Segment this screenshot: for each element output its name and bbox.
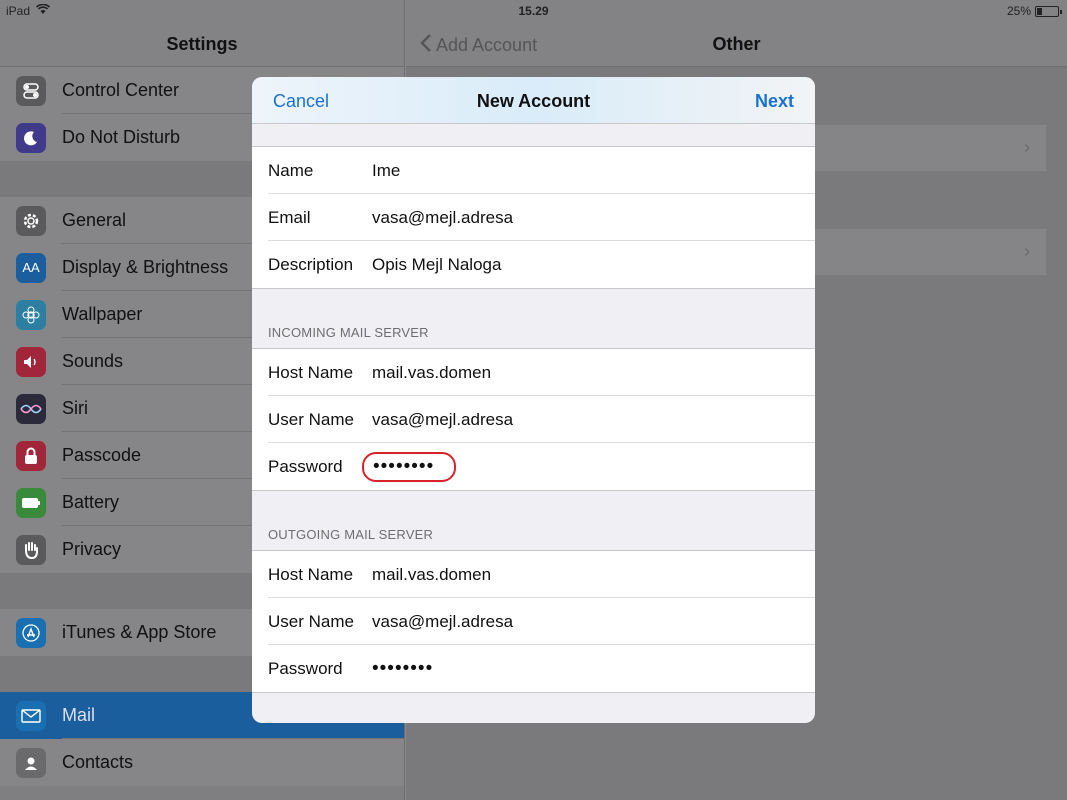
sidebar-item-contacts[interactable]: Contacts [0,739,404,786]
new-account-modal: Cancel New Account Next Name Ime Email vasa… [252,77,815,723]
outgoing-host-name-label: Host Name [268,564,354,584]
moon-icon [16,122,46,153]
outgoing-user-name-row: User Name vasa@mejl.adresa [252,598,815,645]
battery-icon [16,487,46,518]
control-center-icon [16,75,46,106]
outgoing-user-name-value: vasa@mejl.adresa [372,611,514,631]
incoming-host-name-field[interactable]: mail.vas.domen [372,363,815,383]
outgoing-password-value: •••••••• [372,657,434,679]
incoming-user-name-field[interactable]: vasa@mejl.adresa [372,410,815,430]
flower-icon [16,299,46,330]
sidebar-item-label: Display & Brightness [62,257,229,277]
account-email-row: Email vasa@mejl.adresa [252,194,815,241]
mail-icon [16,700,46,731]
incoming-user-name-label: User Name [268,409,354,429]
app-store-icon [16,617,46,648]
clock: 15.29 [518,4,549,18]
account-description-row: Description Opis Mejl Naloga [252,241,815,288]
sidebar-item-label: iTunes & App Store [62,622,217,642]
battery-percent: 25% [1006,4,1031,18]
lock-icon [16,440,46,471]
account-name-value: Ime [372,160,401,180]
account-name-row: Name Ime [252,147,815,194]
incoming-user-name-value: vasa@mejl.adresa [372,409,514,429]
chevron-right-icon: › [1024,137,1030,157]
outgoing-password-field[interactable]: •••••••• [372,658,815,680]
outgoing-header-label: OUTGOING MAIL SERVER [268,527,434,542]
sidebar-item-label: Siri [62,398,88,418]
account-description-value: Opis Mejl Naloga [372,254,502,274]
outgoing-header: OUTGOING MAIL SERVER [252,491,815,550]
account-email-field[interactable]: vasa@mejl.adresa [372,208,815,228]
incoming-password-value: •••••••• [373,455,435,477]
account-email-label: Email [268,207,311,227]
sidebar-title: Settings [166,34,238,54]
modal-title: New Account [476,91,591,111]
sidebar-item-label: Control Center [62,80,180,100]
outgoing-host-name-field[interactable]: mail.vas.domen [372,565,815,585]
chevron-right-icon: › [1024,241,1030,261]
contacts-icon [16,747,46,778]
incoming-user-name-row: User Name vasa@mejl.adresa [252,396,815,443]
detail-title: Other [712,34,761,54]
account-fields: Name Ime Email vasa@mejl.adresa Description O… [252,146,815,289]
incoming-host-name-value: mail.vas.domen [372,362,492,382]
incoming-password-row: Password •••••••• [252,443,815,490]
account-description-label: Description [268,254,354,274]
outgoing-password-row: Password •••••••• [252,645,815,692]
outgoing-user-name-field[interactable]: vasa@mejl.adresa [372,612,815,632]
incoming-password-label: Password [268,456,343,476]
incoming-header: INCOMING MAIL SERVER [252,289,815,348]
next-button[interactable]: Next [755,91,794,112]
sidebar-item-label: Contacts [62,752,134,772]
password-highlight: •••••••• [362,451,457,482]
incoming-host-name-label: Host Name [268,362,354,382]
incoming-fields: Host Name mail.vas.domen User Name vasa@mej… [252,348,815,491]
incoming-password-field[interactable]: •••••••• [362,451,815,482]
battery-icon [1035,5,1062,17]
sidebar-item-label: Privacy [62,539,122,559]
speaker-icon [16,346,46,377]
outgoing-user-name-label: User Name [268,611,354,631]
account-description-field[interactable]: Opis Mejl Naloga [372,255,815,275]
siri-icon [16,393,46,424]
display-icon: AA [16,252,46,283]
outgoing-fields: Host Name mail.vas.domen User Name vasa@mej… [252,550,815,693]
account-name-field[interactable]: Ime [372,161,815,181]
status-bar: iPad 15.29 25% [0,0,1067,22]
modal-nav-bar: Cancel New Account Next [252,77,815,124]
outgoing-password-label: Password [268,658,343,678]
incoming-header-label: INCOMING MAIL SERVER [268,325,429,340]
sidebar-item-label: Passcode [62,445,142,465]
sidebar-item-label: General [62,210,127,230]
gear-icon [16,205,46,236]
account-email-value: vasa@mejl.adresa [372,207,514,227]
incoming-host-name-row: Host Name mail.vas.domen [252,349,815,396]
account-name-label: Name [268,160,314,180]
sidebar-item-label: Wallpaper [62,304,143,324]
sidebar-item-label: Mail [62,705,96,725]
sidebar-item-label: Sounds [62,351,124,371]
sidebar-item-label: Battery [62,492,120,512]
outgoing-host-name-row: Host Name mail.vas.domen [252,551,815,598]
sidebar-item-label: Do Not Disturb [62,127,181,147]
outgoing-host-name-value: mail.vas.domen [372,564,492,584]
hand-icon [16,534,46,565]
